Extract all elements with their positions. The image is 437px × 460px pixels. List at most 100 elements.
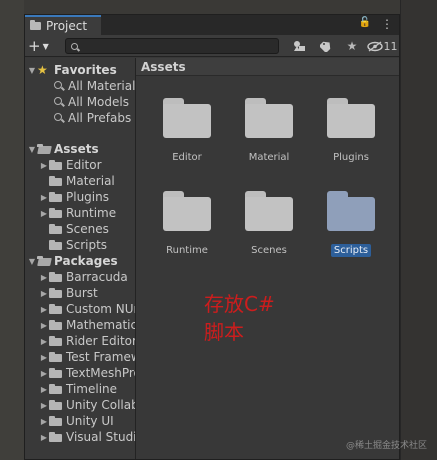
folder-icon bbox=[49, 176, 62, 186]
tree-item-label: Timeline bbox=[66, 382, 118, 396]
plus-icon: + bbox=[28, 37, 41, 55]
tree-item-label: Mathematics bbox=[66, 318, 136, 332]
tree-item-package[interactable]: ▶ Unity Collaborate bbox=[25, 397, 135, 413]
tree-item-package[interactable]: ▶ Test Framework bbox=[25, 349, 135, 365]
collapsed-arrow-icon[interactable]: ▶ bbox=[39, 385, 49, 394]
annotation-line-1: 存放C# bbox=[204, 292, 275, 316]
asset-folder-label: Material bbox=[248, 152, 290, 163]
folder-icon bbox=[49, 224, 62, 234]
asset-folder-tile[interactable]: Plugins bbox=[316, 98, 386, 178]
eye-slash-icon bbox=[366, 40, 383, 52]
asset-folder-label: Plugins bbox=[333, 152, 369, 163]
collapsed-arrow-icon[interactable]: ▶ bbox=[39, 353, 49, 362]
collapsed-arrow-icon[interactable]: ▶ bbox=[39, 321, 49, 330]
tree-item-label: Scenes bbox=[66, 222, 109, 236]
collapsed-arrow-icon[interactable]: ▶ bbox=[39, 209, 49, 218]
tree-item-label: Runtime bbox=[66, 206, 117, 220]
tree-item-asset-folder[interactable]: ▶ Plugins bbox=[25, 189, 135, 205]
tree-item-package[interactable]: ▶ Barracuda bbox=[25, 269, 135, 285]
folder-icon bbox=[49, 192, 62, 202]
tree-item-label: All Materials bbox=[68, 79, 136, 93]
collapsed-arrow-icon[interactable]: ▶ bbox=[39, 289, 49, 298]
asset-folder-label: Editor bbox=[172, 152, 202, 163]
lock-icon[interactable]: 🔓 bbox=[359, 17, 371, 31]
collapsed-arrow-icon[interactable]: ▶ bbox=[39, 433, 49, 442]
more-menu-icon[interactable]: ⋮ bbox=[381, 17, 393, 31]
tree-item-package[interactable]: ▶ Visual Studio bbox=[25, 429, 135, 445]
asset-folder-tile[interactable]: Scripts bbox=[316, 191, 386, 271]
collapsed-arrow-icon[interactable]: ▶ bbox=[39, 273, 49, 282]
tree-item-favorite[interactable]: All Prefabs bbox=[25, 110, 135, 126]
left-panel-edge bbox=[0, 0, 24, 460]
hidden-packages-button[interactable]: 11 bbox=[365, 36, 399, 56]
tree-item-label: All Models bbox=[68, 95, 129, 109]
tree-item-asset-folder[interactable]: Scenes bbox=[25, 221, 135, 237]
tab-label: Project bbox=[46, 19, 88, 33]
tree-item-label: Assets bbox=[54, 142, 99, 156]
collapsed-arrow-icon[interactable]: ▶ bbox=[39, 193, 49, 202]
toolbar: + ▼ ★ 11 bbox=[25, 35, 399, 57]
tree-item-package[interactable]: ▶ Mathematics bbox=[25, 317, 136, 333]
search-field[interactable] bbox=[65, 38, 279, 54]
collapsed-arrow-icon[interactable]: ▶ bbox=[39, 305, 49, 314]
tag-icon bbox=[320, 41, 331, 52]
asset-folder-label: Scripts bbox=[330, 244, 372, 257]
folder-icon bbox=[30, 20, 41, 30]
tree-item-asset-folder[interactable]: Scripts bbox=[25, 237, 135, 253]
tree-item-asset-folder[interactable]: ▶ Runtime bbox=[25, 205, 135, 221]
asset-folder-tile[interactable]: Editor bbox=[152, 98, 222, 178]
create-button[interactable]: + ▼ bbox=[28, 37, 54, 55]
folder-icon bbox=[327, 191, 375, 231]
expanded-arrow-icon[interactable]: ▼ bbox=[27, 145, 37, 154]
collapsed-arrow-icon[interactable]: ▶ bbox=[39, 161, 49, 170]
tree-item-package[interactable]: ▶ Timeline bbox=[25, 381, 135, 397]
tree-item-label: Editor bbox=[66, 158, 102, 172]
folder-icon bbox=[49, 416, 62, 426]
folder-icon bbox=[49, 384, 62, 394]
search-by-type-button[interactable] bbox=[287, 36, 313, 56]
tab-actions: 🔓 ⋮ bbox=[359, 17, 393, 31]
tree-item-label: Barracuda bbox=[66, 270, 128, 284]
breadcrumb-assets[interactable]: Assets bbox=[141, 60, 186, 74]
tree-item-package[interactable]: ▶ Burst bbox=[25, 285, 135, 301]
tree-item-package[interactable]: ▶ Custom NUnit bbox=[25, 301, 135, 317]
collapsed-arrow-icon[interactable]: ▶ bbox=[39, 337, 49, 346]
folder-icon bbox=[49, 432, 62, 442]
folder-icon bbox=[49, 352, 62, 362]
collapsed-arrow-icon[interactable]: ▶ bbox=[39, 401, 49, 410]
tree-item-package[interactable]: ▶ Unity UI bbox=[25, 413, 135, 429]
search-by-label-button[interactable] bbox=[313, 36, 339, 56]
collapsed-arrow-icon[interactable]: ▶ bbox=[39, 417, 49, 426]
tree-item-favorite[interactable]: All Materials bbox=[25, 78, 136, 94]
tree-item-favorite[interactable]: All Models bbox=[25, 94, 135, 110]
asset-folder-label: Scenes bbox=[251, 245, 287, 256]
tree-item-label: All Prefabs bbox=[68, 111, 132, 125]
search-input[interactable] bbox=[82, 39, 272, 53]
tree-item-label: Test Framework bbox=[66, 350, 135, 364]
collapsed-arrow-icon[interactable]: ▶ bbox=[39, 369, 49, 378]
tree-item-package[interactable]: ▶ TextMeshPro bbox=[25, 365, 136, 381]
screen: Project 🔓 ⋮ + ▼ ★ 11 ▼ ★ Favorites All M… bbox=[0, 0, 437, 460]
asset-folder-tile[interactable]: Material bbox=[234, 98, 304, 178]
tree-item-package[interactable]: ▶ Rider Editor bbox=[25, 333, 135, 349]
search-icon bbox=[53, 112, 65, 124]
tree-item-label: Burst bbox=[66, 286, 98, 300]
asset-folder-tile[interactable]: Scenes bbox=[234, 191, 304, 271]
tree-section-assets[interactable]: ▼ Assets bbox=[25, 141, 135, 157]
expanded-arrow-icon[interactable]: ▼ bbox=[27, 257, 37, 266]
tab-project[interactable]: Project bbox=[25, 15, 101, 35]
tree-item-asset-folder[interactable]: ▶ Editor bbox=[25, 157, 135, 173]
folder-icon bbox=[245, 98, 293, 138]
tree-item-label: Unity UI bbox=[66, 414, 114, 428]
folder-tree: ▼ ★ Favorites All Materials All Models All Pr… bbox=[25, 58, 136, 459]
favorites-button[interactable]: ★ bbox=[339, 36, 365, 56]
tree-item-label: TextMeshPro bbox=[66, 366, 136, 380]
tree-section-packages[interactable]: ▼ Packages bbox=[25, 253, 135, 269]
tree-section-favorites[interactable]: ▼ ★ Favorites bbox=[25, 62, 135, 78]
tree-item-asset-folder[interactable]: Material bbox=[25, 173, 135, 189]
folder-icon bbox=[245, 191, 293, 231]
asset-folder-tile[interactable]: Runtime bbox=[152, 191, 222, 271]
favorites-star-icon: ★ bbox=[37, 63, 48, 77]
tree-item-label: Plugins bbox=[66, 190, 109, 204]
expanded-arrow-icon[interactable]: ▼ bbox=[27, 66, 37, 75]
